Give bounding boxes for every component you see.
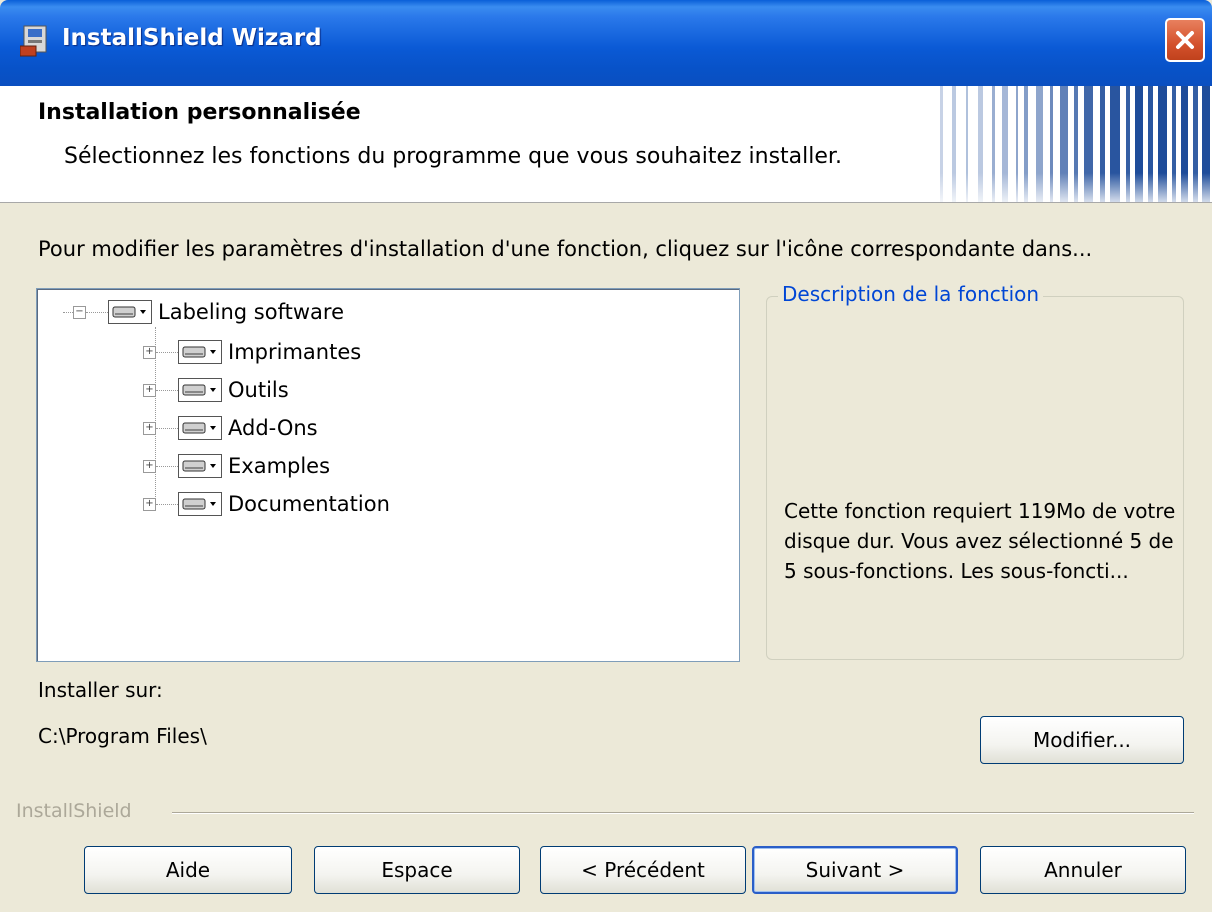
- expand-icon[interactable]: +: [143, 345, 156, 359]
- expand-icon[interactable]: +: [143, 421, 156, 435]
- space-button[interactable]: Espace: [314, 846, 520, 894]
- installer-icon: [19, 24, 50, 58]
- tree-node-outils[interactable]: + Outils: [143, 373, 289, 407]
- tree-item-label: Outils: [228, 378, 289, 402]
- installshield-brand: InstallShield: [16, 800, 132, 822]
- dropdown-arrow-icon: [140, 310, 146, 314]
- instructions-text: Pour modifier les paramètres d'installat…: [38, 237, 1093, 261]
- hard-drive-icon[interactable]: [178, 416, 222, 440]
- close-icon: [1176, 31, 1194, 49]
- header-banner-image: [930, 86, 1212, 202]
- window-title: InstallShield Wizard: [62, 25, 322, 51]
- install-to-label: Installer sur:: [38, 678, 163, 702]
- page-subtitle: Sélectionnez les fonctions du programme …: [64, 144, 842, 169]
- back-button[interactable]: < Précédent: [540, 846, 746, 894]
- hard-drive-icon[interactable]: [178, 378, 222, 402]
- hard-drive-icon[interactable]: [178, 454, 222, 478]
- description-group: [766, 296, 1184, 660]
- tree-item-label: Documentation: [228, 492, 390, 516]
- tree-node-imprimantes[interactable]: + Imprimantes: [143, 335, 361, 369]
- expand-icon[interactable]: +: [143, 497, 156, 511]
- page-title: Installation personnalisée: [38, 100, 361, 125]
- hard-drive-icon[interactable]: [178, 340, 222, 364]
- modify-button[interactable]: Modifier...: [980, 716, 1184, 764]
- tree-item-label: Add-Ons: [228, 416, 318, 440]
- tree-node-documentation[interactable]: + Documentation: [143, 487, 390, 521]
- install-path: C:\Program Files\: [38, 724, 207, 748]
- help-button[interactable]: Aide: [84, 846, 292, 894]
- expand-icon[interactable]: +: [143, 383, 156, 397]
- tree-node-add-ons[interactable]: + Add-Ons: [143, 411, 318, 445]
- title-bar: InstallShield Wizard: [0, 0, 1212, 86]
- hard-drive-icon[interactable]: [178, 492, 222, 516]
- hard-drive-icon[interactable]: [108, 300, 152, 324]
- expand-icon[interactable]: +: [143, 459, 156, 473]
- tree-item-label: Labeling software: [158, 300, 344, 324]
- collapse-icon[interactable]: −: [73, 305, 86, 319]
- wizard-header: Installation personnalisée Sélectionnez …: [0, 86, 1212, 203]
- tree-node-examples[interactable]: + Examples: [143, 449, 330, 483]
- next-button[interactable]: Suivant >: [752, 846, 958, 894]
- tree-item-label: Imprimantes: [228, 340, 362, 364]
- tree-item-label: Examples: [228, 454, 331, 478]
- feature-tree[interactable]: − Labeling software + Imprimantes + Outi…: [36, 288, 740, 662]
- tree-node-root[interactable]: − Labeling software: [63, 295, 344, 329]
- separator-line: [172, 812, 1194, 814]
- description-legend: Description de la fonction: [778, 282, 1044, 306]
- close-button[interactable]: [1165, 18, 1205, 62]
- cancel-button[interactable]: Annuler: [980, 846, 1186, 894]
- description-text: Cette fonction requiert 119Mo de votre d…: [784, 499, 1176, 583]
